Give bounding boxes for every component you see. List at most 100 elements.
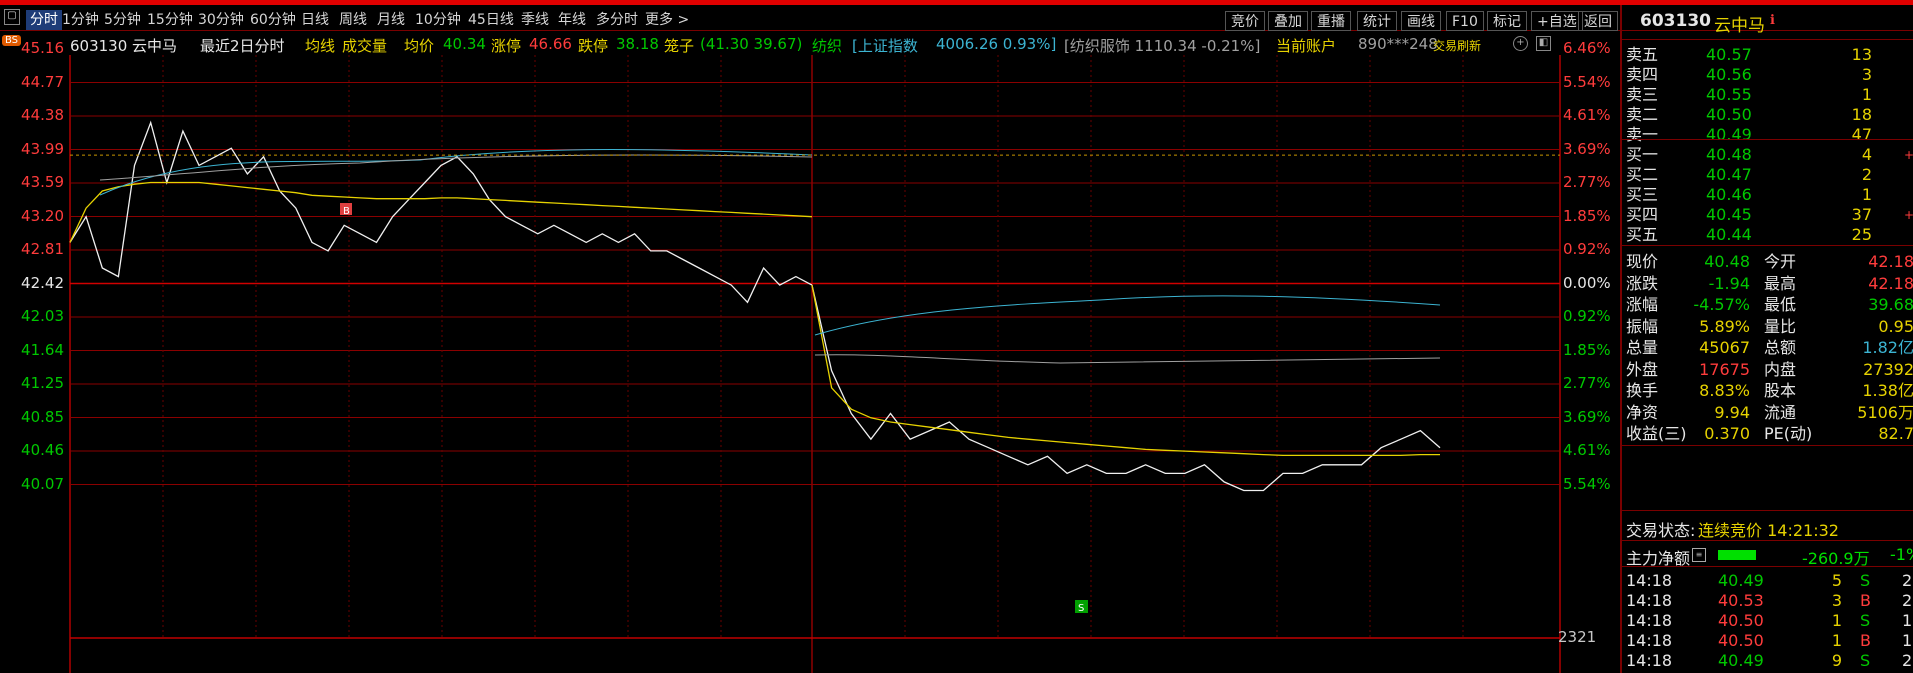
book-row[interactable]: 卖一 40.49 47 xyxy=(1622,124,1913,146)
add-watchlist-button[interactable]: +自选 xyxy=(1531,11,1583,31)
buy-marker-label: B xyxy=(343,206,350,217)
book-label: 卖一 xyxy=(1626,125,1659,144)
quote-label: 涨跌 xyxy=(1626,273,1659,293)
book-divider xyxy=(1622,139,1913,140)
quote-row: 现价 40.48 今开 42.18 xyxy=(1622,251,1913,273)
quote-value-2: 27392 xyxy=(1863,359,1913,379)
quote-label-2: 最高 xyxy=(1764,273,1797,293)
book-row[interactable]: 买二 40.47 2 xyxy=(1622,164,1913,186)
tab-60min[interactable]: 60分钟 xyxy=(250,10,296,30)
quote-value-2: 5106万 xyxy=(1857,402,1913,422)
tab-year[interactable]: 年线 xyxy=(558,10,586,30)
book-change: +1 xyxy=(1904,148,1913,162)
intraday-chart[interactable]: BS xyxy=(0,55,1620,673)
window-icon[interactable]: ▢ xyxy=(4,9,20,25)
quote-value-2: 42.18 xyxy=(1868,273,1913,293)
tab-day[interactable]: 日线 xyxy=(301,10,329,30)
zoom-in-icon[interactable]: + xyxy=(1513,36,1528,51)
trade-refresh-link[interactable]: 交易刷新 xyxy=(1433,37,1481,54)
info-icon[interactable]: ℹ xyxy=(1770,13,1775,28)
stats-button[interactable]: 统计 xyxy=(1357,11,1397,31)
quote-divider-2 xyxy=(1622,510,1913,511)
sell-marker-label: S xyxy=(1078,603,1084,614)
mark-button[interactable]: 标记 xyxy=(1487,11,1527,31)
tab-fenshi[interactable]: 分时 xyxy=(26,10,62,30)
tick-volume: 1 xyxy=(1831,611,1842,630)
sector-overlay-line-day2 xyxy=(814,354,1441,364)
quote-value: 45067 xyxy=(1699,338,1750,357)
price-tick-label: 42.03 xyxy=(21,307,64,325)
sector-overlay-line-day1 xyxy=(99,154,813,181)
quote-value: 9.94 xyxy=(1714,402,1750,422)
tab-1min[interactable]: 1分钟 xyxy=(62,10,99,30)
book-row[interactable]: 买四 40.45 37 +1 xyxy=(1622,204,1913,226)
book-row[interactable]: 买五 40.44 25 xyxy=(1622,224,1913,246)
quote-label: 振幅 xyxy=(1626,316,1659,336)
tab-5min[interactable]: 5分钟 xyxy=(104,10,141,30)
tick-side: S xyxy=(1860,651,1871,670)
quote-label-2: 今开 xyxy=(1764,252,1797,271)
book-row[interactable]: 卖二 40.50 18 xyxy=(1622,104,1913,126)
book-row[interactable]: 卖三 40.55 1 xyxy=(1622,84,1913,106)
tab-10min[interactable]: 10分钟 xyxy=(415,10,461,30)
price-tick-label: 41.64 xyxy=(21,340,64,359)
price-tick-label: 40.85 xyxy=(21,407,64,426)
tab-week[interactable]: 周线 xyxy=(339,10,367,30)
tab-quarter[interactable]: 季线 xyxy=(521,10,549,30)
quote-label: 收益(三) xyxy=(1626,424,1687,443)
overlay-button[interactable]: 叠加 xyxy=(1268,11,1308,31)
tick-count: 1 xyxy=(1902,631,1913,650)
tick-row[interactable]: 14:18 40.49 9 S 2 xyxy=(1622,650,1913,672)
price-tick-label: 40.46 xyxy=(21,441,64,459)
sector-label[interactable]: 纺织 xyxy=(812,35,842,56)
price-tick-label: 42.42 xyxy=(21,273,64,292)
avg-line-label[interactable]: 均线 xyxy=(305,35,335,56)
volume-label[interactable]: 成交量 xyxy=(342,35,387,56)
draw-button[interactable]: 画线 xyxy=(1401,11,1441,31)
panel-stock-name: 云中马 xyxy=(1714,16,1765,36)
tab-30min[interactable]: 30分钟 xyxy=(198,10,244,30)
auction-button[interactable]: 竞价 xyxy=(1225,11,1265,31)
tick-row[interactable]: 14:18 40.50 1 S 1 xyxy=(1622,610,1913,632)
cage-label: 笼子 xyxy=(664,37,695,55)
book-row[interactable]: 买一 40.48 4 +1 xyxy=(1622,144,1913,166)
panel-divider xyxy=(1622,39,1913,40)
book-row[interactable]: 卖五 40.57 13 xyxy=(1622,44,1913,66)
toggle-panel-icon[interactable]: ◧ xyxy=(1536,36,1551,51)
tab-15min[interactable]: 15分钟 xyxy=(147,10,193,30)
limit-down-value: 38.18 xyxy=(616,35,659,53)
price-tick-label: 43.59 xyxy=(21,173,64,191)
quote-value: 40.48 xyxy=(1704,252,1750,271)
book-volume: 13 xyxy=(1851,45,1872,64)
replay-button[interactable]: 重播 xyxy=(1311,11,1351,31)
sector-index[interactable]: [纺织服饰 1110.34 -0.21%] xyxy=(1064,35,1260,56)
limit-up-label: 涨停 xyxy=(491,37,522,55)
quote-row: 净资 9.94 流通 5106万 xyxy=(1622,402,1913,424)
limit-up-value: 46.66 xyxy=(529,35,572,53)
index-name[interactable]: [上证指数 xyxy=(852,35,918,56)
price-tick-label: 41.25 xyxy=(21,374,64,392)
main-flow-bar xyxy=(1718,550,1756,560)
tab-more[interactable]: 更多 > xyxy=(645,10,689,30)
list-icon[interactable]: ≡ xyxy=(1692,548,1706,562)
quote-label-2: 流通 xyxy=(1764,402,1797,422)
tab-month[interactable]: 月线 xyxy=(377,10,405,30)
quote-value: 17675 xyxy=(1699,359,1750,379)
tick-row[interactable]: 14:18 40.49 5 S 2 xyxy=(1622,570,1913,592)
book-quote-divider xyxy=(1622,245,1913,246)
f10-button[interactable]: F10 xyxy=(1446,11,1484,31)
book-price: 40.49 xyxy=(1706,125,1752,144)
book-row[interactable]: 买三 40.46 1 xyxy=(1622,184,1913,206)
tab-multi-fenshi[interactable]: 多分时 xyxy=(596,10,638,30)
book-row[interactable]: 卖四 40.56 3 xyxy=(1622,64,1913,86)
tab-45day[interactable]: 45日线 xyxy=(468,10,514,30)
main-flow-pct: -1% xyxy=(1890,545,1913,564)
tick-volume: 9 xyxy=(1831,651,1842,670)
quote-label-2: PE(动) xyxy=(1764,424,1813,443)
tick-row[interactable]: 14:18 40.50 1 B 1 xyxy=(1622,630,1913,652)
quote-divider xyxy=(1622,445,1913,446)
back-button[interactable]: 返回 xyxy=(1578,11,1618,31)
limit-down-label: 跌停 xyxy=(578,37,609,55)
tick-row[interactable]: 14:18 40.53 3 B 2 xyxy=(1622,590,1913,612)
book-change: +1 xyxy=(1904,208,1913,222)
